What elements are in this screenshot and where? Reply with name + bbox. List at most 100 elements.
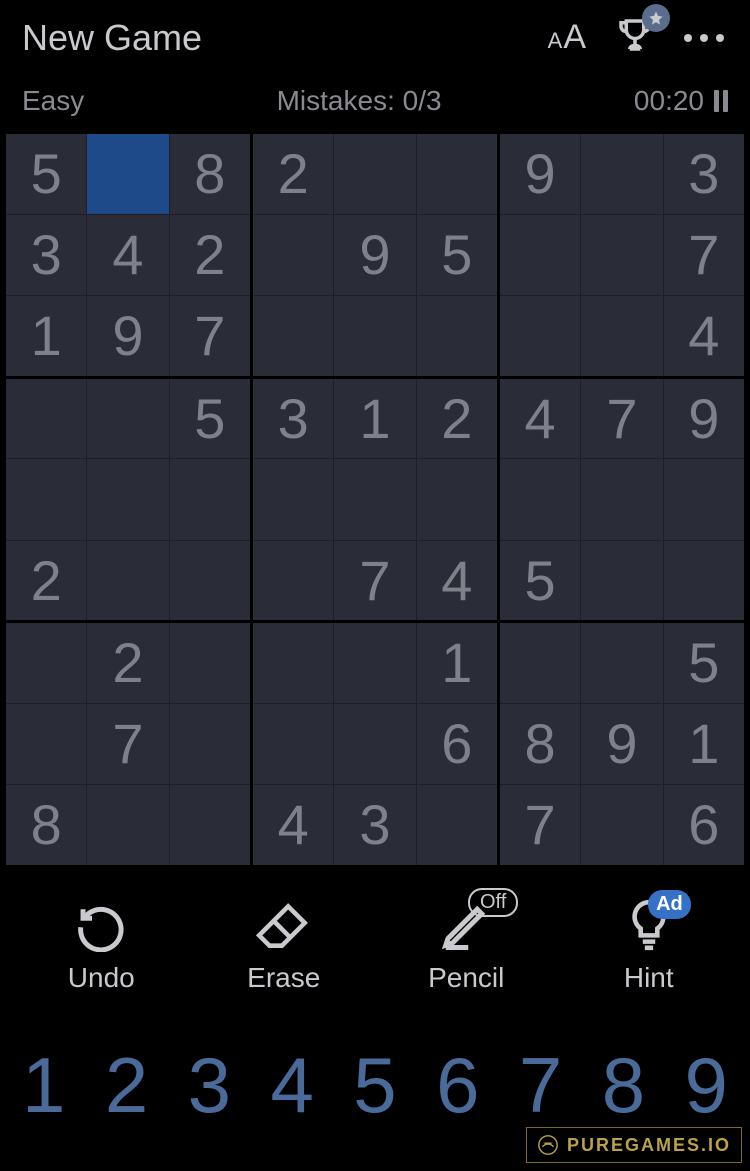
cell-r5-c7[interactable] <box>581 540 663 622</box>
cell-r6-c8[interactable]: 5 <box>663 622 745 704</box>
cell-r2-c2[interactable]: 7 <box>169 296 251 378</box>
cell-r6-c3[interactable] <box>251 622 333 704</box>
cell-r0-c7[interactable] <box>581 133 663 215</box>
cell-r6-c1[interactable]: 2 <box>87 622 169 704</box>
cell-r7-c1[interactable]: 7 <box>87 703 169 785</box>
cell-r5-c8[interactable] <box>663 540 745 622</box>
watermark-text: PUREGAMES.IO <box>567 1135 731 1156</box>
cell-r8-c1[interactable] <box>87 785 169 867</box>
numpad-3[interactable]: 3 <box>188 1040 231 1131</box>
numpad-6[interactable]: 6 <box>436 1040 479 1131</box>
cell-r3-c7[interactable]: 7 <box>581 377 663 459</box>
cell-r1-c7[interactable] <box>581 214 663 296</box>
cell-r1-c3[interactable] <box>251 214 333 296</box>
cell-r1-c8[interactable]: 7 <box>663 214 745 296</box>
cell-r4-c0[interactable] <box>5 459 87 541</box>
cell-r0-c5[interactable] <box>416 133 498 215</box>
cell-r5-c2[interactable] <box>169 540 251 622</box>
cell-r4-c3[interactable] <box>251 459 333 541</box>
cell-r1-c6[interactable] <box>498 214 580 296</box>
cell-r8-c4[interactable]: 3 <box>334 785 416 867</box>
cell-r3-c0[interactable] <box>5 377 87 459</box>
cell-r1-c2[interactable]: 2 <box>169 214 251 296</box>
cell-r2-c6[interactable] <box>498 296 580 378</box>
cell-r1-c4[interactable]: 9 <box>334 214 416 296</box>
erase-button[interactable]: Erase <box>224 898 344 994</box>
cell-r0-c0[interactable]: 5 <box>5 133 87 215</box>
cell-r7-c4[interactable] <box>334 703 416 785</box>
cell-r6-c4[interactable] <box>334 622 416 704</box>
cell-r8-c6[interactable]: 7 <box>498 785 580 867</box>
numpad-9[interactable]: 9 <box>685 1040 728 1131</box>
numpad-7[interactable]: 7 <box>519 1040 562 1131</box>
cell-r3-c4[interactable]: 1 <box>334 377 416 459</box>
cell-r3-c1[interactable] <box>87 377 169 459</box>
numpad-4[interactable]: 4 <box>270 1040 313 1131</box>
cell-r7-c6[interactable]: 8 <box>498 703 580 785</box>
cell-r7-c7[interactable]: 9 <box>581 703 663 785</box>
cell-r5-c6[interactable]: 5 <box>498 540 580 622</box>
cell-r0-c2[interactable]: 8 <box>169 133 251 215</box>
cell-r5-c0[interactable]: 2 <box>5 540 87 622</box>
font-size-button[interactable]: AA <box>548 18 586 57</box>
cell-r1-c1[interactable]: 4 <box>87 214 169 296</box>
cell-r1-c0[interactable]: 3 <box>5 214 87 296</box>
cell-r4-c5[interactable] <box>416 459 498 541</box>
cell-r7-c2[interactable] <box>169 703 251 785</box>
cell-r8-c3[interactable]: 4 <box>251 785 333 867</box>
hint-button[interactable]: Ad Hint <box>589 898 709 994</box>
cell-r5-c1[interactable] <box>87 540 169 622</box>
cell-r4-c2[interactable] <box>169 459 251 541</box>
cell-r1-c5[interactable]: 5 <box>416 214 498 296</box>
cell-r6-c7[interactable] <box>581 622 663 704</box>
cell-r3-c6[interactable]: 4 <box>498 377 580 459</box>
cell-r8-c0[interactable]: 8 <box>5 785 87 867</box>
cell-r4-c6[interactable] <box>498 459 580 541</box>
pause-button[interactable] <box>714 90 728 112</box>
cell-r7-c3[interactable] <box>251 703 333 785</box>
cell-r3-c3[interactable]: 3 <box>251 377 333 459</box>
cell-r6-c2[interactable] <box>169 622 251 704</box>
cell-r7-c8[interactable]: 1 <box>663 703 745 785</box>
cell-r2-c8[interactable]: 4 <box>663 296 745 378</box>
cell-r3-c2[interactable]: 5 <box>169 377 251 459</box>
cell-r2-c4[interactable] <box>334 296 416 378</box>
cell-r4-c4[interactable] <box>334 459 416 541</box>
cell-r2-c5[interactable] <box>416 296 498 378</box>
cell-r2-c3[interactable] <box>251 296 333 378</box>
more-button[interactable] <box>684 34 724 42</box>
cell-r8-c2[interactable] <box>169 785 251 867</box>
numpad-8[interactable]: 8 <box>602 1040 645 1131</box>
cell-r3-c8[interactable]: 9 <box>663 377 745 459</box>
pencil-button[interactable]: Off Pencil <box>406 898 526 994</box>
cell-r7-c0[interactable] <box>5 703 87 785</box>
cell-r5-c3[interactable] <box>251 540 333 622</box>
numpad-2[interactable]: 2 <box>105 1040 148 1131</box>
cell-r4-c8[interactable] <box>663 459 745 541</box>
cell-r2-c7[interactable] <box>581 296 663 378</box>
cell-r8-c5[interactable] <box>416 785 498 867</box>
numpad-1[interactable]: 1 <box>22 1040 65 1131</box>
cell-r0-c1[interactable] <box>87 133 169 215</box>
cell-r5-c5[interactable]: 4 <box>416 540 498 622</box>
cell-r7-c5[interactable]: 6 <box>416 703 498 785</box>
cell-r0-c4[interactable] <box>334 133 416 215</box>
trophy-button[interactable] <box>614 14 656 61</box>
numpad-5[interactable]: 5 <box>353 1040 396 1131</box>
new-game-button[interactable]: New Game <box>22 17 202 59</box>
cell-r3-c5[interactable]: 2 <box>416 377 498 459</box>
cell-r4-c1[interactable] <box>87 459 169 541</box>
cell-r5-c4[interactable]: 7 <box>334 540 416 622</box>
cell-r8-c7[interactable] <box>581 785 663 867</box>
cell-r2-c0[interactable]: 1 <box>5 296 87 378</box>
cell-r0-c3[interactable]: 2 <box>251 133 333 215</box>
cell-r0-c6[interactable]: 9 <box>498 133 580 215</box>
cell-r6-c5[interactable]: 1 <box>416 622 498 704</box>
cell-r8-c8[interactable]: 6 <box>663 785 745 867</box>
cell-r2-c1[interactable]: 9 <box>87 296 169 378</box>
cell-r6-c6[interactable] <box>498 622 580 704</box>
cell-r0-c8[interactable]: 3 <box>663 133 745 215</box>
cell-r4-c7[interactable] <box>581 459 663 541</box>
undo-button[interactable]: Undo <box>41 898 161 994</box>
cell-r6-c0[interactable] <box>5 622 87 704</box>
